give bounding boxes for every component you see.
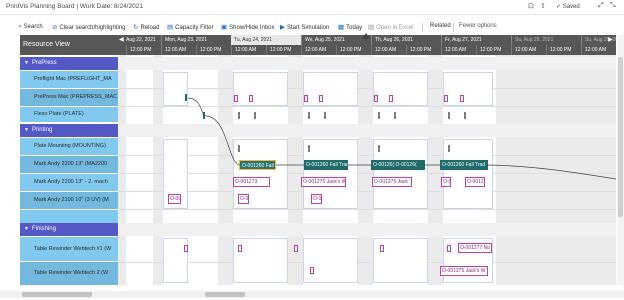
time-cell: 12:00 AM bbox=[231, 45, 266, 55]
time-cell: 12:00 AM bbox=[301, 45, 336, 55]
capacity-filter-button[interactable]: ▤ Capacity Filter bbox=[167, 23, 214, 31]
action-toolbar: ⌕ Search ⊘ Clear search/highlighting ↻ Relo… bbox=[0, 20, 624, 34]
resource-view-header: Resource View bbox=[20, 35, 118, 55]
date-cell: Sa, Aug 28, 2021 bbox=[511, 35, 581, 45]
date-cell-today: Tu, Aug 24, 2021 bbox=[231, 35, 301, 45]
saved-status: ✓ Saved bbox=[556, 4, 580, 10]
related-menu[interactable]: Related bbox=[430, 23, 451, 29]
resource-row[interactable]: Plate Mounting (MOUNTING) bbox=[20, 138, 118, 155]
reload-icon: ↻ bbox=[133, 24, 139, 31]
resource-row[interactable]: Mark Andy 2200 13" - 2. mach bbox=[20, 174, 118, 191]
gantt-body: O-001260 Fall O-001260 Fall Trade O-0012… bbox=[118, 55, 616, 285]
time-cell: 12:00 PM bbox=[266, 45, 301, 55]
collapse-icon[interactable]: ⤡ bbox=[610, 2, 616, 10]
time-cell: 12:00 PM bbox=[196, 45, 231, 55]
time-cell: 12:00 AM bbox=[581, 45, 616, 55]
resource-view-panel: Resource View ▼ PrePress Preflight Mac (P… bbox=[20, 35, 118, 285]
horizontal-scrollbar[interactable] bbox=[0, 291, 624, 298]
filter-icon: ▤ bbox=[167, 24, 174, 31]
group-finishing[interactable]: ▼ Finishing bbox=[20, 223, 118, 236]
toolbar-divider bbox=[422, 23, 423, 32]
resource-row[interactable]: Table Rewinder Webtech 2 (W bbox=[20, 262, 118, 285]
inbox-icon: ▣ bbox=[221, 24, 228, 31]
show-hide-inbox-button[interactable]: ▣ Show/Hide Inbox bbox=[221, 23, 275, 31]
sidebar-scroll-thumb[interactable] bbox=[22, 292, 92, 297]
time-cell: 12:00 AM bbox=[511, 45, 546, 55]
share-icon[interactable]: ⇪ bbox=[540, 2, 546, 10]
vertical-scrollbar[interactable] bbox=[617, 35, 624, 285]
time-header: 12:00 PM 12:00 AM 12:00 PM 12:00 AM 12:0… bbox=[118, 45, 616, 55]
expand-icon[interactable]: ⤢ bbox=[598, 2, 604, 10]
bookmark-icon[interactable]: ⊡ bbox=[528, 2, 534, 10]
grid-scroll-thumb[interactable] bbox=[205, 292, 245, 297]
date-cell: Mon, Aug 23, 2021 bbox=[161, 35, 231, 45]
start-simulation-button[interactable]: ▶ Start Simulation bbox=[280, 23, 329, 31]
open-in-excel-button[interactable]: ▧ Open in Excel bbox=[368, 23, 414, 31]
calendar-icon: ▦ bbox=[338, 24, 345, 31]
title-bar: PrintVis Planning Board | Work Date: 8/2… bbox=[0, 0, 624, 15]
resource-row[interactable]: PrePress Mac (PREPRESS_MAC bbox=[20, 89, 118, 106]
planning-board-grid[interactable]: ◀ Aug 22, 2021 Mon, Aug 23, 2021 Tu, Aug… bbox=[118, 35, 616, 285]
scrollbar-thumb[interactable] bbox=[618, 57, 623, 217]
fewer-options-button[interactable]: Fewer options bbox=[459, 23, 497, 29]
time-cell: 12:00 PM bbox=[336, 45, 371, 55]
resource-row[interactable]: Table Rewinder Webtech #1 (W bbox=[20, 237, 118, 261]
chevron-down-icon: ▼ bbox=[24, 60, 29, 66]
toolbar-divider bbox=[453, 23, 454, 32]
time-cell: 12:00 PM bbox=[126, 45, 161, 55]
today-button[interactable]: ▦ Today bbox=[338, 23, 362, 31]
play-icon: ▶ bbox=[280, 24, 285, 31]
dependency-lines bbox=[187, 97, 616, 180]
clear-filter-icon: ⊘ bbox=[52, 24, 58, 31]
resource-row[interactable]: Flexo Plate (PLATE) bbox=[20, 107, 118, 122]
group-prepress[interactable]: ▼ PrePress bbox=[20, 57, 118, 70]
reload-button[interactable]: ↻ Reload bbox=[133, 23, 159, 31]
date-cell: We, Aug 25, 2021 bbox=[301, 35, 371, 45]
time-cell: 12:00 PM bbox=[406, 45, 441, 55]
date-cell: Aug 22, 2021 bbox=[126, 37, 156, 43]
chevron-down-icon: ▼ bbox=[24, 226, 29, 232]
time-cell: 12:00 AM bbox=[161, 45, 196, 55]
time-cell: 12:00 AM bbox=[441, 45, 476, 55]
page-title: PrintVis Planning Board | Work Date: 8/2… bbox=[6, 3, 143, 10]
time-cell: 12:00 AM bbox=[371, 45, 406, 55]
today-marker-icon bbox=[362, 33, 370, 39]
resource-row[interactable]: Mark Andy 2100 10" (3 UV) (M bbox=[20, 192, 118, 209]
chevron-down-icon: ▼ bbox=[24, 127, 29, 133]
excel-icon: ▧ bbox=[368, 24, 375, 31]
search-icon: ⌕ bbox=[18, 23, 22, 30]
search-button[interactable]: ⌕ Search bbox=[18, 23, 43, 31]
time-cell: 12:00 PM bbox=[546, 45, 581, 55]
clear-search-button[interactable]: ⊘ Clear search/highlighting bbox=[52, 23, 126, 31]
date-cell: Fr, Aug 27, 2021 bbox=[441, 35, 511, 45]
resource-row[interactable]: Preflight Mac (PREFLIGHT_MA bbox=[20, 71, 118, 88]
scroll-right-icon[interactable]: ▶ bbox=[608, 36, 613, 43]
time-cell: 12:00 PM bbox=[476, 45, 511, 55]
date-cell: Th, Aug 26, 2021 bbox=[371, 35, 441, 45]
resource-row[interactable]: Mark Andy 2200 13" (MA2200 bbox=[20, 156, 118, 173]
group-printing[interactable]: ▼ Printing bbox=[20, 124, 118, 137]
